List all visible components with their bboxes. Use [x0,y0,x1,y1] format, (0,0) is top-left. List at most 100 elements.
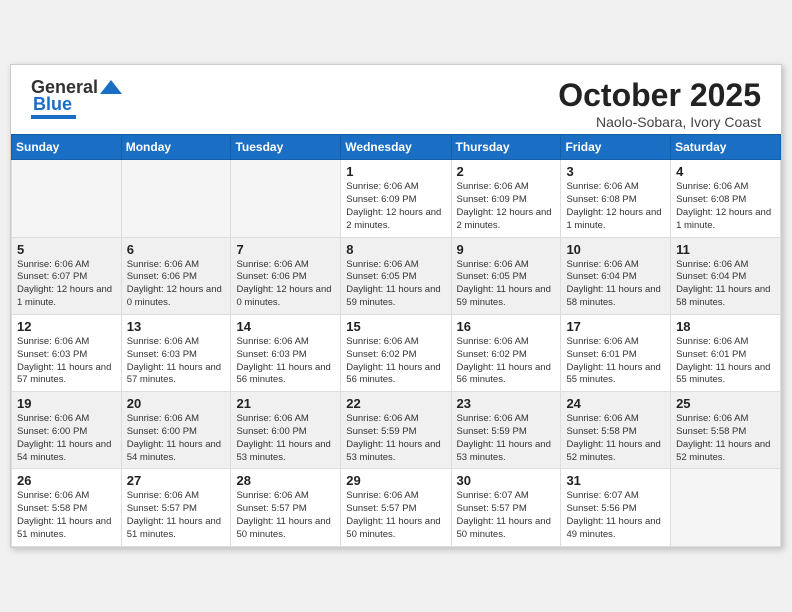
day-number: 15 [346,319,445,334]
day-cell: 21 Sunrise: 6:06 AMSunset: 6:00 PMDayligh… [231,392,341,469]
day-cell: 19 Sunrise: 6:06 AMSunset: 6:00 PMDayligh… [12,392,122,469]
day-cell [671,469,781,546]
day-cell: 2 Sunrise: 6:06 AMSunset: 6:09 PMDaylight… [451,160,561,237]
day-info: Sunrise: 6:06 AMSunset: 6:01 PMDaylight:… [566,336,665,387]
title-area: October 2025 Naolo-Sobara, Ivory Coast [558,77,761,130]
day-info: Sunrise: 6:06 AMSunset: 6:06 PMDaylight:… [127,259,226,310]
day-cell: 16 Sunrise: 6:06 AMSunset: 6:02 PMDayligh… [451,314,561,391]
day-cell: 10 Sunrise: 6:06 AMSunset: 6:04 PMDayligh… [561,237,671,314]
day-number: 22 [346,396,445,411]
day-number: 6 [127,242,226,257]
weekday-wednesday: Wednesday [341,135,451,160]
weekday-monday: Monday [121,135,231,160]
day-cell: 31 Sunrise: 6:07 AMSunset: 5:56 PMDayligh… [561,469,671,546]
day-cell: 12 Sunrise: 6:06 AMSunset: 6:03 PMDayligh… [12,314,122,391]
day-number: 23 [457,396,556,411]
day-number: 8 [346,242,445,257]
day-number: 24 [566,396,665,411]
day-info: Sunrise: 6:06 AMSunset: 6:09 PMDaylight:… [346,181,445,232]
day-info: Sunrise: 6:06 AMSunset: 5:57 PMDaylight:… [346,490,445,541]
day-info: Sunrise: 6:06 AMSunset: 6:03 PMDaylight:… [17,336,116,387]
logo-blue: Blue [33,94,72,114]
logo-icon [100,80,122,94]
day-number: 18 [676,319,775,334]
day-info: Sunrise: 6:06 AMSunset: 5:59 PMDaylight:… [457,413,556,464]
day-cell: 22 Sunrise: 6:06 AMSunset: 5:59 PMDayligh… [341,392,451,469]
day-cell: 13Sunrise: 6:06 AMSunset: 6:03 PMDayligh… [121,314,231,391]
day-number: 25 [676,396,775,411]
day-cell: 4Sunrise: 6:06 AMSunset: 6:08 PMDaylight… [671,160,781,237]
weekday-sunday: Sunday [12,135,122,160]
week-row-1: 1 Sunrise: 6:06 AMSunset: 6:09 PMDaylight… [12,160,781,237]
week-row-5: 26 Sunrise: 6:06 AMSunset: 5:58 PMDayligh… [12,469,781,546]
day-number: 27 [127,473,226,488]
day-info: Sunrise: 6:06 AMSunset: 6:04 PMDaylight:… [566,259,665,310]
day-number: 14 [236,319,335,334]
day-cell: 29 Sunrise: 6:06 AMSunset: 5:57 PMDayligh… [341,469,451,546]
day-number: 17 [566,319,665,334]
day-number: 5 [17,242,116,257]
day-info: Sunrise: 6:06 AMSunset: 6:00 PMDaylight:… [17,413,116,464]
logo: General Blue [31,77,122,119]
day-info: Sunrise: 6:06 AMSunset: 6:08 PMDaylight:… [566,181,665,232]
day-number: 19 [17,396,116,411]
day-number: 21 [236,396,335,411]
location: Naolo-Sobara, Ivory Coast [558,114,761,130]
day-cell: 7 Sunrise: 6:06 AMSunset: 6:06 PMDaylight… [231,237,341,314]
day-number: 11 [676,242,775,257]
day-info: Sunrise: 6:06 AMSunset: 5:58 PMDaylight:… [676,413,775,464]
day-info: Sunrise: 6:06 AMSunset: 5:58 PMDaylight:… [17,490,116,541]
day-cell: 24 Sunrise: 6:06 AMSunset: 5:58 PMDayligh… [561,392,671,469]
day-info: Sunrise: 6:06 AMSunset: 6:09 PMDaylight:… [457,181,556,232]
day-info: Sunrise: 6:06 AMSunset: 5:57 PMDaylight:… [127,490,226,541]
day-number: 10 [566,242,665,257]
day-number: 1 [346,164,445,179]
calendar-table: SundayMondayTuesdayWednesdayThursdayFrid… [11,134,781,546]
day-number: 7 [236,242,335,257]
week-row-4: 19 Sunrise: 6:06 AMSunset: 6:00 PMDayligh… [12,392,781,469]
day-cell: 25 Sunrise: 6:06 AMSunset: 5:58 PMDayligh… [671,392,781,469]
calendar-container: General Blue October 2025 Naolo-Sobara, … [10,64,782,547]
week-row-3: 12 Sunrise: 6:06 AMSunset: 6:03 PMDayligh… [12,314,781,391]
day-cell: 17 Sunrise: 6:06 AMSunset: 6:01 PMDayligh… [561,314,671,391]
day-cell [121,160,231,237]
day-number: 31 [566,473,665,488]
day-info: Sunrise: 6:06 AMSunset: 6:08 PMDaylight:… [676,181,775,232]
day-info: Sunrise: 6:06 AMSunset: 6:00 PMDaylight:… [236,413,335,464]
day-info: Sunrise: 6:06 AMSunset: 6:07 PMDaylight:… [17,259,116,310]
weekday-saturday: Saturday [671,135,781,160]
month-title: October 2025 [558,77,761,114]
day-info: Sunrise: 6:06 AMSunset: 6:01 PMDaylight:… [676,336,775,387]
day-info: Sunrise: 6:06 AMSunset: 6:02 PMDaylight:… [346,336,445,387]
day-info: Sunrise: 6:06 AMSunset: 6:00 PMDaylight:… [127,413,226,464]
day-cell: 28Sunrise: 6:06 AMSunset: 5:57 PMDayligh… [231,469,341,546]
day-info: Sunrise: 6:06 AMSunset: 6:02 PMDaylight:… [457,336,556,387]
day-number: 28 [236,473,335,488]
day-number: 16 [457,319,556,334]
day-cell: 26 Sunrise: 6:06 AMSunset: 5:58 PMDayligh… [12,469,122,546]
day-info: Sunrise: 6:06 AMSunset: 6:03 PMDaylight:… [127,336,226,387]
day-number: 3 [566,164,665,179]
day-number: 12 [17,319,116,334]
day-info: Sunrise: 6:06 AMSunset: 6:04 PMDaylight:… [676,259,775,310]
day-info: Sunrise: 6:07 AMSunset: 5:56 PMDaylight:… [566,490,665,541]
day-cell: 9 Sunrise: 6:06 AMSunset: 6:05 PMDaylight… [451,237,561,314]
day-info: Sunrise: 6:06 AMSunset: 6:06 PMDaylight:… [236,259,335,310]
day-number: 30 [457,473,556,488]
day-number: 26 [17,473,116,488]
day-cell: 8Sunrise: 6:06 AMSunset: 6:05 PMDaylight… [341,237,451,314]
day-number: 20 [127,396,226,411]
day-cell: 14Sunrise: 6:06 AMSunset: 6:03 PMDayligh… [231,314,341,391]
day-info: Sunrise: 6:06 AMSunset: 5:59 PMDaylight:… [346,413,445,464]
day-number: 9 [457,242,556,257]
day-number: 2 [457,164,556,179]
weekday-thursday: Thursday [451,135,561,160]
day-info: Sunrise: 6:06 AMSunset: 6:05 PMDaylight:… [457,259,556,310]
day-cell: 23 Sunrise: 6:06 AMSunset: 5:59 PMDayligh… [451,392,561,469]
calendar-header: General Blue October 2025 Naolo-Sobara, … [11,65,781,134]
day-cell: 6 Sunrise: 6:06 AMSunset: 6:06 PMDaylight… [121,237,231,314]
day-cell: 3 Sunrise: 6:06 AMSunset: 6:08 PMDaylight… [561,160,671,237]
logo-underline [31,115,76,119]
day-number: 29 [346,473,445,488]
day-info: Sunrise: 6:06 AMSunset: 5:58 PMDaylight:… [566,413,665,464]
